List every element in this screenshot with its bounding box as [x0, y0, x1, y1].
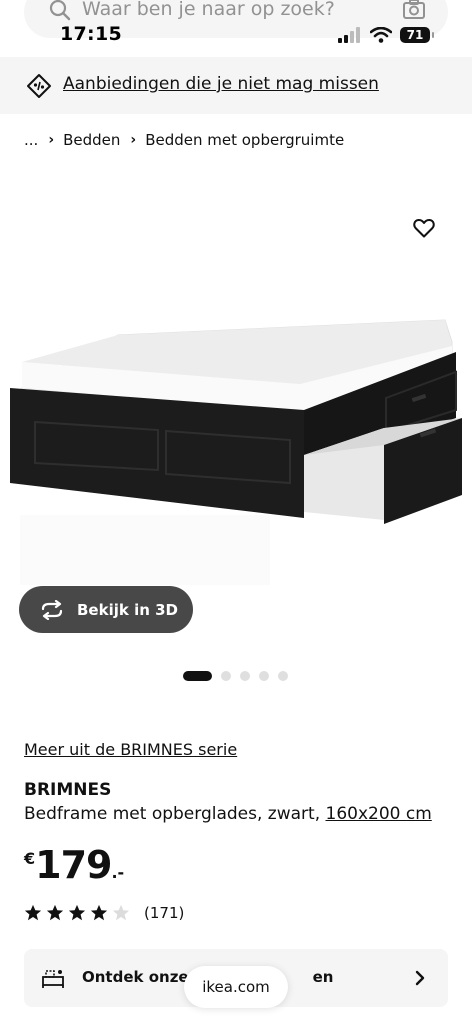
search-icon	[49, 0, 71, 21]
view-in-3d-button[interactable]: Bekijk in 3D	[19, 586, 193, 633]
carousel-dot-active[interactable]	[183, 671, 212, 681]
chevron-right-icon: ›	[130, 132, 137, 148]
tag-icon	[27, 74, 51, 98]
product-size-link[interactable]: 160x200 cm	[326, 804, 432, 824]
product-price: € 179 .-	[24, 843, 124, 887]
view-in-3d-label: Bekijk in 3D	[77, 600, 178, 619]
carousel-dot[interactable]	[240, 671, 250, 681]
promo-link[interactable]: Aanbiedingen die je niet mag missen	[63, 74, 379, 94]
carousel-dot[interactable]	[278, 671, 288, 681]
battery-indicator: 71	[400, 27, 434, 43]
product-description: Bedframe met opberglades, zwart, 160x200…	[24, 804, 432, 824]
price-currency: €	[24, 849, 36, 868]
review-count[interactable]: (171)	[144, 904, 184, 922]
browser-url-pill[interactable]: ikea.com	[184, 966, 288, 1008]
star-icon	[90, 904, 108, 921]
star-icon	[24, 904, 42, 921]
product-rating[interactable]: (171)	[24, 904, 184, 922]
series-link[interactable]: Meer uit de BRIMNES serie	[24, 740, 237, 759]
heart-icon	[413, 218, 435, 238]
breadcrumb-item-bedden[interactable]: Bedden	[63, 131, 120, 149]
breadcrumb-item-bedden-met-opbergruimte[interactable]: Bedden met opbergruimte	[145, 131, 344, 149]
price-decimals: .-	[111, 863, 125, 882]
breadcrumb: ... › Bedden › Bedden met opbergruimte	[24, 131, 344, 149]
carousel-dot[interactable]	[221, 671, 231, 681]
discover-text-end: en	[312, 968, 334, 986]
star-icon	[46, 904, 64, 921]
price-amount: 179	[35, 843, 112, 887]
star-icon-empty	[112, 904, 130, 921]
status-icons: 71	[338, 25, 434, 45]
rotate-3d-icon	[41, 599, 63, 620]
camera-icon[interactable]	[402, 0, 426, 20]
breadcrumb-ellipsis[interactable]: ...	[24, 131, 38, 149]
product-description-text: Bedframe met opberglades, zwart,	[24, 804, 326, 824]
chevron-right-icon: ›	[48, 132, 55, 148]
star-icon	[68, 904, 86, 921]
search-placeholder: Waar ben je naar op zoek?	[82, 0, 335, 20]
carousel-indicator	[183, 671, 288, 681]
chevron-right-icon	[415, 970, 425, 986]
product-name: BRIMNES	[24, 780, 112, 800]
favorite-button[interactable]	[400, 204, 448, 252]
wifi-icon	[370, 27, 392, 43]
bed-icon	[42, 970, 64, 988]
promo-banner[interactable]: Aanbiedingen die je niet mag missen	[0, 57, 472, 114]
status-time: 17:15	[60, 23, 122, 45]
signal-icon	[338, 27, 360, 43]
carousel-dot[interactable]	[259, 671, 269, 681]
product-image[interactable]	[0, 175, 472, 645]
